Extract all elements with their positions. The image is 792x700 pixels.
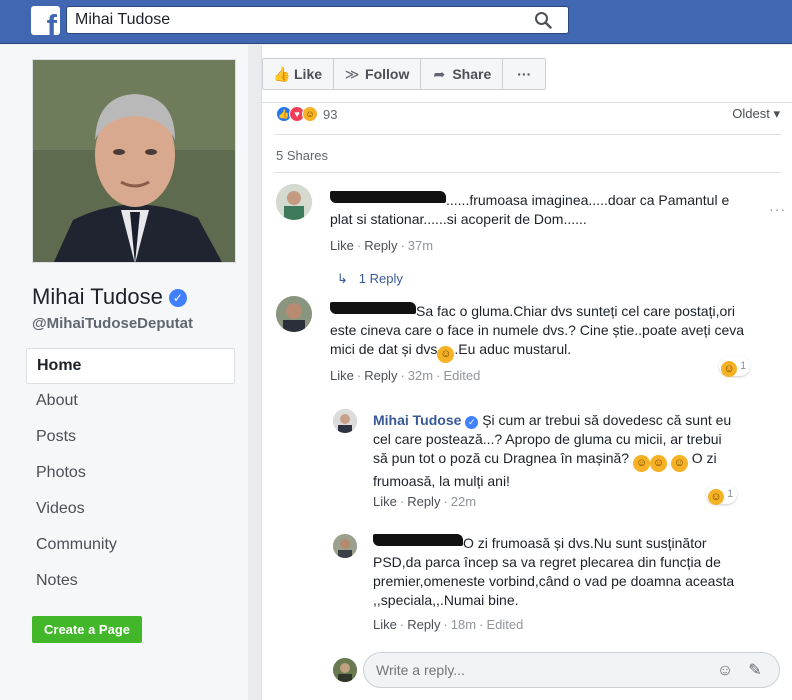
comment-reply-link[interactable]: Reply bbox=[364, 238, 397, 253]
nav-item-home[interactable]: Home bbox=[26, 348, 235, 384]
divider bbox=[274, 172, 781, 173]
nav-item-posts[interactable]: Posts bbox=[26, 420, 235, 456]
share-button[interactable]: ➦ Share bbox=[421, 59, 504, 89]
nav-item-community[interactable]: Community bbox=[26, 528, 235, 564]
reactions-summary[interactable]: 👍 ♥ ☺ 93 bbox=[276, 105, 337, 123]
comment-time[interactable]: 37m bbox=[408, 238, 433, 253]
reply-input[interactable] bbox=[376, 661, 696, 679]
post-column: 👍 Like ≫ Follow ➦ Share ··· 👍 ♥ ☺ 93 Oldest… bbox=[261, 45, 792, 700]
comment-text: Mihai Tudose ✓ Și cum ar trebui să doved… bbox=[373, 411, 733, 491]
sort-label: Oldest bbox=[732, 106, 770, 121]
haha-reaction-icon: ☺ bbox=[721, 361, 737, 377]
comment-time[interactable]: 22m bbox=[451, 494, 476, 509]
comment-like-link[interactable]: Like bbox=[330, 238, 354, 253]
laughing-emoji-icon: ☺ bbox=[632, 455, 650, 472]
emoji-icon[interactable]: ☺ bbox=[715, 661, 735, 681]
shares-count[interactable]: 5 Shares bbox=[276, 148, 328, 163]
comment-text: Sa fac o gluma.Chiar dvs sunteți cel car… bbox=[330, 302, 750, 363]
redacted-name bbox=[330, 302, 416, 314]
comment-reply: O zi frumoasă și dvs.Nu sunt susținător … bbox=[262, 528, 792, 638]
comment: ......frumoasa imaginea.....doar ca Pama… bbox=[262, 181, 792, 291]
thumbs-up-icon: 👍 bbox=[273, 66, 291, 82]
verified-badge-icon: ✓ bbox=[168, 289, 187, 307]
page-handle: @MihaiTudoseDeputat bbox=[32, 315, 194, 332]
divider bbox=[274, 134, 781, 135]
nav-item-videos[interactable]: Videos bbox=[26, 492, 235, 528]
laughing-emoji-icon: ☺ bbox=[437, 346, 455, 363]
search-box[interactable] bbox=[66, 6, 569, 34]
comment-like-link[interactable]: Like bbox=[373, 617, 397, 632]
reaction-count[interactable]: 93 bbox=[323, 107, 337, 122]
comment-like-link[interactable]: Like bbox=[330, 368, 354, 383]
comment: Sa fac o gluma.Chiar dvs sunteți cel car… bbox=[262, 293, 792, 393]
reply-box[interactable]: ☺ ✎ bbox=[363, 652, 780, 688]
page-nav: Home About Posts Photos Videos Community… bbox=[26, 348, 235, 600]
avatar[interactable] bbox=[333, 409, 357, 433]
comment-reply-link[interactable]: Reply bbox=[407, 494, 440, 509]
edited-label[interactable]: Edited bbox=[486, 617, 523, 632]
top-bar: f bbox=[0, 0, 792, 44]
current-user-avatar[interactable] bbox=[333, 658, 357, 682]
profile-photo[interactable] bbox=[32, 59, 236, 263]
laughing-emoji-icon: ☺ bbox=[649, 455, 667, 472]
rss-icon: ≫ bbox=[344, 66, 360, 82]
nav-item-about[interactable]: About bbox=[26, 384, 235, 420]
share-arrow-icon: ➦ bbox=[433, 66, 446, 82]
sticker-icon[interactable]: ✎ bbox=[745, 661, 765, 681]
post-divider bbox=[262, 102, 792, 103]
create-page-button[interactable]: Create a Page bbox=[32, 616, 142, 643]
search-input[interactable] bbox=[75, 10, 515, 30]
comment-text: O zi frumoasă și dvs.Nu sunt susținător … bbox=[373, 534, 743, 610]
facebook-logo-icon[interactable]: f bbox=[31, 6, 60, 35]
replies-count: 1 Reply bbox=[358, 271, 403, 286]
like-label: Like bbox=[294, 66, 323, 82]
avatar[interactable] bbox=[276, 184, 312, 220]
share-label: Share bbox=[452, 66, 492, 82]
nav-item-notes[interactable]: Notes bbox=[26, 564, 235, 600]
laughing-emoji-icon: ☺ bbox=[670, 455, 688, 472]
edited-label[interactable]: Edited bbox=[443, 368, 480, 383]
comment-body-end: .Eu aduc mustarul. bbox=[454, 341, 572, 357]
caret-down-icon: ▾ bbox=[773, 106, 780, 121]
reply-arrow-icon: ↳ bbox=[337, 271, 348, 286]
page-action-bar: 👍 Like ≫ Follow ➦ Share ··· bbox=[262, 58, 547, 90]
comment-reply: Mihai Tudose ✓ Și cum ar trebui să doved… bbox=[262, 405, 792, 515]
comment-time[interactable]: 18m bbox=[451, 617, 476, 632]
search-icon[interactable] bbox=[534, 11, 552, 29]
page-sidebar: Mihai Tudose ✓ @MihaiTudoseDeputat Home A… bbox=[0, 45, 248, 700]
nav-item-photos[interactable]: Photos bbox=[26, 456, 235, 492]
comment-reaction-count: 1 bbox=[740, 360, 747, 372]
haha-reaction-icon: ☺ bbox=[708, 489, 724, 505]
comment-actions: Like · Reply · 37m bbox=[330, 238, 434, 253]
comment-reply-link[interactable]: Reply bbox=[364, 368, 397, 383]
comment-reaction-badge[interactable]: ☺ 1 bbox=[719, 356, 751, 377]
comment-actions: Like · Reply · 32m · Edited bbox=[330, 368, 481, 383]
comment-actions: Like · Reply · 18m · Edited bbox=[373, 617, 524, 632]
comment-text: ......frumoasa imaginea.....doar ca Pama… bbox=[330, 191, 750, 229]
comment-reply-link[interactable]: Reply bbox=[407, 617, 440, 632]
comment-author[interactable]: Mihai Tudose bbox=[373, 412, 461, 428]
avatar[interactable] bbox=[276, 296, 312, 332]
redacted-name bbox=[330, 191, 446, 203]
comment-options-icon[interactable]: ··· bbox=[769, 201, 786, 217]
comment-like-link[interactable]: Like bbox=[373, 494, 397, 509]
comment-reaction-badge[interactable]: ☺ 1 bbox=[706, 484, 738, 505]
page-title[interactable]: Mihai Tudose ✓ bbox=[32, 284, 187, 310]
comment-sort-dropdown[interactable]: Oldest ▾ bbox=[732, 106, 780, 122]
view-replies-link[interactable]: ↳ 1 Reply bbox=[337, 271, 403, 287]
avatar[interactable] bbox=[333, 534, 357, 558]
comment-reaction-count: 1 bbox=[727, 488, 734, 500]
like-page-button[interactable]: 👍 Like bbox=[263, 59, 335, 89]
redacted-name bbox=[373, 534, 463, 546]
page-name-text[interactable]: Mihai Tudose bbox=[32, 284, 163, 309]
comment-time[interactable]: 32m bbox=[408, 368, 433, 383]
haha-reaction-icon: ☺ bbox=[302, 106, 318, 122]
more-options-button[interactable]: ··· bbox=[503, 59, 545, 89]
follow-button[interactable]: ≫ Follow bbox=[334, 59, 422, 89]
comment-actions: Like · Reply · 22m bbox=[373, 494, 477, 509]
verified-badge-icon: ✓ bbox=[465, 416, 479, 429]
follow-label: Follow bbox=[365, 66, 410, 82]
